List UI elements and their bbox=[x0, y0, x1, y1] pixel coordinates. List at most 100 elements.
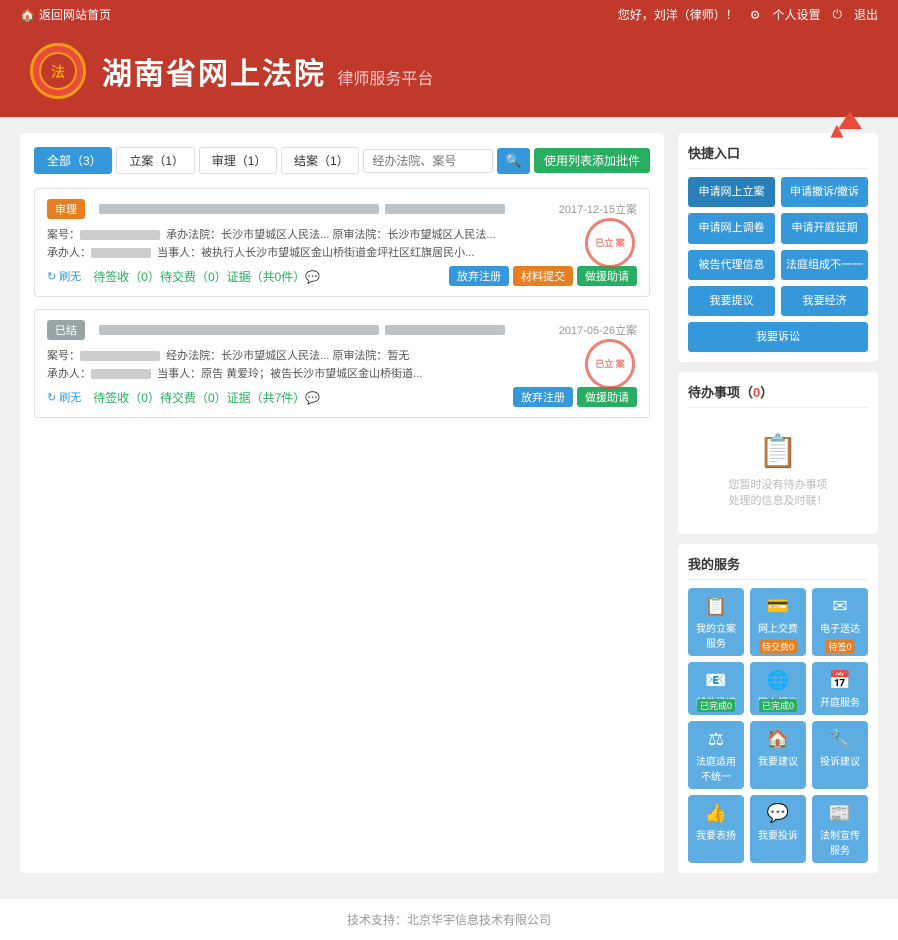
tab-filing[interactable]: 立案（1） bbox=[116, 147, 194, 174]
site-title: 湖南省网上法院 bbox=[102, 58, 326, 91]
service-icon-report: 💬 bbox=[754, 803, 802, 824]
pending-empty-text: 您暂时没有待办事项处理的信息及时联！ bbox=[696, 476, 860, 508]
service-icon-delivery: ✉ bbox=[816, 596, 864, 617]
case-header: 审理 2017-12-15立案 bbox=[47, 199, 637, 219]
case-info: 案号： 承办法院：长沙市望城区人民法... 原审法院：长沙市望城区人民法... … bbox=[47, 227, 637, 262]
service-item-court[interactable]: 📅 开庭服务 bbox=[812, 662, 868, 715]
home-icon: 🏠 bbox=[20, 8, 35, 22]
refresh-link[interactable]: ↻ 刷无 bbox=[47, 268, 81, 284]
site-subtitle: 律师服务平台 bbox=[337, 71, 433, 88]
search-area: 🔍 bbox=[363, 148, 530, 174]
service-label-report: 我要投诉 bbox=[754, 827, 802, 842]
action-btn-1[interactable]: 放弃注册 bbox=[513, 387, 573, 407]
party-info: 当事人：被执行人长沙市望城区金山桥街道金坪社区红旗居民小... bbox=[157, 247, 474, 259]
action-btn-3[interactable]: 做援助请 bbox=[577, 266, 637, 286]
logo: 法 bbox=[30, 43, 86, 99]
quick-btn-economy[interactable]: 我要经济 bbox=[781, 286, 868, 316]
case-info: 案号： 经办法院：长沙市望城区人民法... 原审法院：暂无 承办人： 当事人：原… bbox=[47, 348, 637, 383]
service-icon-payment: 💳 bbox=[754, 596, 802, 617]
batch-add-button[interactable]: 使用列表添加批件 bbox=[534, 148, 650, 173]
case-item: 已结 2017-05-26立案 案号： 经办法院：长沙市望城区人民法... 原审… bbox=[34, 309, 650, 418]
case-header: 已结 2017-05-26立案 bbox=[47, 320, 637, 340]
quick-btn-court[interactable]: 法庭组成不一一 bbox=[781, 250, 868, 280]
action-btn-2[interactable]: 材料提交 bbox=[513, 266, 573, 286]
logout-link[interactable]: 退出 bbox=[854, 6, 878, 23]
quick-entry-panel: ▼ 快捷入口 申请网上立案 申请撤诉/撤诉 申请网上调卷 申请开庭延期 被告代理… bbox=[678, 133, 878, 362]
service-icon-transfer: 🌐 bbox=[754, 670, 802, 691]
home-link-area[interactable]: 🏠 返回网站首页 bbox=[20, 6, 111, 23]
service-item-transfer[interactable]: 🌐 网上调卷 已完成0 bbox=[750, 662, 806, 715]
action-btn-1[interactable]: 放弃注册 bbox=[449, 266, 509, 286]
search-button[interactable]: 🔍 bbox=[497, 148, 530, 174]
pending-title: 待办事项（0） bbox=[688, 382, 868, 408]
quick-btn-defendant[interactable]: 被告代理信息 bbox=[688, 250, 775, 280]
search-input[interactable] bbox=[363, 149, 493, 173]
quick-btn-postpone[interactable]: 申请开庭延期 bbox=[781, 213, 868, 243]
handler-info: 承办法院：长沙市望城区人民法... 原审法院：长沙市望城区人民法... bbox=[166, 229, 495, 241]
quick-entry-title: 快捷入口 bbox=[688, 143, 868, 169]
action-btn-2[interactable]: 做援助请 bbox=[577, 387, 637, 407]
service-label-payment: 网上交费 bbox=[754, 620, 802, 635]
settings-icon: ⚙ bbox=[750, 8, 761, 22]
service-item-legal[interactable]: ⚖ 法庭适用不统一 bbox=[688, 721, 744, 789]
handler-info: 经办法院：长沙市望城区人民法... 原审法院：暂无 bbox=[166, 350, 409, 362]
case-actions: 放弃注册 做援助请 bbox=[513, 387, 637, 407]
service-label-filing: 我的立案服务 bbox=[692, 620, 740, 650]
service-badge-transfer: 已完成0 bbox=[759, 699, 797, 712]
empty-icon: 📋 bbox=[696, 432, 860, 470]
right-panel: ▼ 快捷入口 申请网上立案 申请撤诉/撤诉 申请网上调卷 申请开庭延期 被告代理… bbox=[678, 133, 878, 873]
service-icon-filing: 📋 bbox=[692, 596, 740, 617]
service-item-filing[interactable]: 📋 我的立案服务 bbox=[688, 588, 744, 656]
case-item: 审理 2017-12-15立案 案号： 承办法院：长沙市望城区人民法... 原审… bbox=[34, 188, 650, 297]
service-label-legal: 法庭适用不统一 bbox=[692, 753, 740, 783]
svg-text:法: 法 bbox=[51, 64, 65, 80]
quick-btn-proposal[interactable]: 我要提议 bbox=[688, 286, 775, 316]
case-actions: 放弃注册 材料提交 做援助请 bbox=[449, 266, 637, 286]
quick-btn-transfer[interactable]: 申请网上调卷 bbox=[688, 213, 775, 243]
pending-items-panel: 待办事项（0） 📋 您暂时没有待办事项处理的信息及时联！ bbox=[678, 372, 878, 534]
quick-btn-withdraw[interactable]: 申请撤诉/撤诉 bbox=[781, 177, 868, 207]
header-title-group: 湖南省网上法院 律师服务平台 bbox=[102, 49, 433, 93]
service-icon-mail: 📧 bbox=[692, 670, 740, 691]
service-item-law[interactable]: 📰 法制宣传服务 bbox=[812, 795, 868, 863]
service-icon-praise: 👍 bbox=[692, 803, 740, 824]
service-label-suggest: 我要建议 bbox=[754, 753, 802, 768]
main-content: 全部（3） 立案（1） 审理（1） 结案（1） 🔍 使用列表添加批件 审理 20… bbox=[0, 117, 898, 889]
case-stamp: 已立 案 bbox=[585, 218, 635, 268]
my-services-panel: 我的服务 📋 我的立案服务 💳 网上交费 待交费0 ✉ 电子送达 待签0 � bbox=[678, 544, 878, 873]
quick-btn-lawsuit[interactable]: 我要诉讼 bbox=[688, 322, 868, 352]
home-link-text[interactable]: 返回网站首页 bbox=[39, 6, 111, 23]
settings-link[interactable]: 个人设置 bbox=[772, 6, 820, 23]
case-title-bar: 已结 bbox=[47, 320, 559, 340]
service-item-report[interactable]: 💬 我要投诉 bbox=[750, 795, 806, 863]
tab-all[interactable]: 全部（3） bbox=[34, 147, 112, 174]
service-icon-legal: ⚖ bbox=[692, 729, 740, 750]
page-header: 法 湖南省网上法院 律师服务平台 bbox=[0, 29, 898, 117]
case-title-redacted2 bbox=[385, 325, 505, 335]
service-item-mail[interactable]: 📧 邮件投递 已完成0 bbox=[688, 662, 744, 715]
case-stats: 待签收（0）待交费（0）证据（共0件）💬 bbox=[93, 268, 320, 285]
case-status-badge: 审理 bbox=[47, 199, 85, 219]
case-date: 2017-12-15立案 bbox=[559, 201, 637, 217]
service-badge-delivery: 待签0 bbox=[825, 640, 854, 653]
tab-closed[interactable]: 结案（1） bbox=[281, 147, 359, 174]
service-label-court: 开庭服务 bbox=[816, 694, 864, 709]
service-item-payment[interactable]: 💳 网上交费 待交费0 bbox=[750, 588, 806, 656]
service-item-delivery[interactable]: ✉ 电子送达 待签0 bbox=[812, 588, 868, 656]
party-info: 当事人：原告 黄爱玲；被告长沙市望城区金山桥街道... bbox=[157, 368, 422, 380]
service-badge-mail: 已完成0 bbox=[697, 699, 735, 712]
case-footer: ↻ 刷无 待签收（0）待交费（0）证据（共7件）💬 放弃注册 做援助请 bbox=[47, 387, 637, 407]
service-item-praise[interactable]: 👍 我要表扬 bbox=[688, 795, 744, 863]
top-navigation-bar: 🏠 返回网站首页 您好，刘洋（律师）！ ⚙ 个人设置 ⏻ 退出 bbox=[0, 0, 898, 29]
service-item-complaint[interactable]: 🔧 投诉建议 bbox=[812, 721, 868, 789]
service-icon-suggest: 🏠 bbox=[754, 729, 802, 750]
quick-btn-filing[interactable]: 申请网上立案 bbox=[688, 177, 775, 207]
service-item-suggest[interactable]: 🏠 我要建议 bbox=[750, 721, 806, 789]
service-icon-court: 📅 bbox=[816, 670, 864, 691]
service-label-delivery: 电子送达 bbox=[816, 620, 864, 635]
service-label-complaint: 投诉建议 bbox=[816, 753, 864, 768]
tab-trial[interactable]: 审理（1） bbox=[199, 147, 277, 174]
case-footer: ↻ 刷无 待签收（0）待交费（0）证据（共0件）💬 放弃注册 材料提交 做援助请 bbox=[47, 266, 637, 286]
service-label-law: 法制宣传服务 bbox=[816, 827, 864, 857]
refresh-link[interactable]: ↻ 刷无 bbox=[47, 389, 81, 405]
